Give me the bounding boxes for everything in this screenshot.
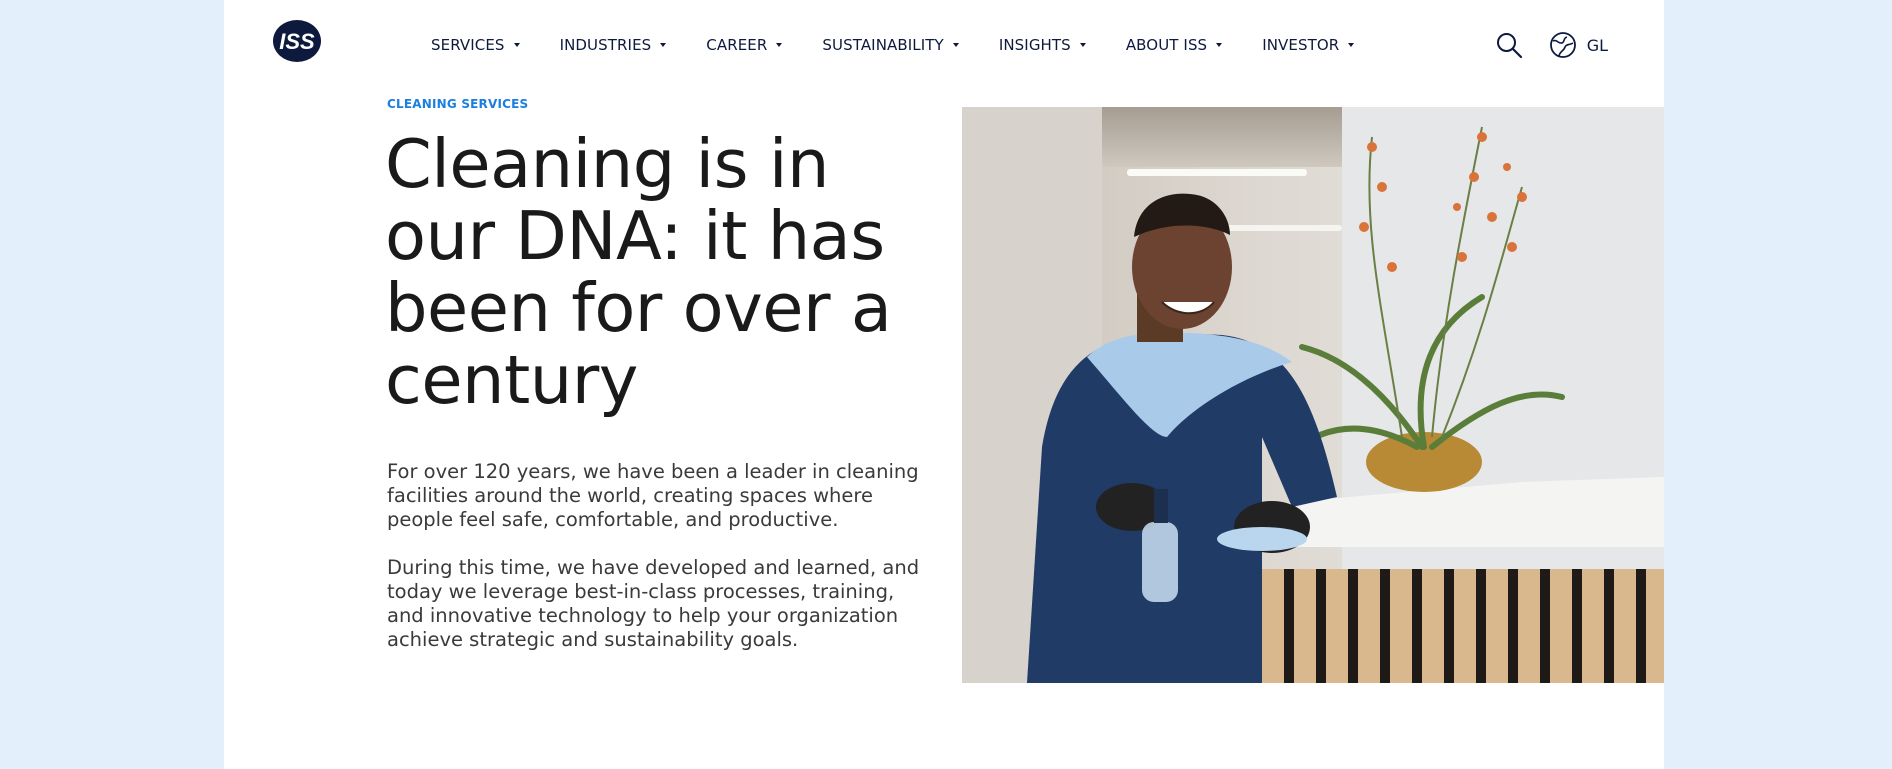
eyebrow-link[interactable]: CLEANING SERVICES: [387, 97, 528, 111]
intro-paragraph: For over 120 years, we have been a leade…: [387, 460, 919, 531]
language-selector[interactable]: GL: [1549, 31, 1608, 59]
body-paragraph: During this time, we have developed and …: [387, 556, 920, 651]
page-title: Cleaning is in our DNA: it has been for …: [385, 125, 892, 419]
nav-item-label: SUSTAINABILITY: [822, 36, 944, 54]
caret-down-icon: [1216, 43, 1223, 47]
nav-item-label: ABOUT ISS: [1125, 36, 1208, 54]
main-nav: SERVICES INDUSTRIES CAREER SUSTAINABILIT…: [431, 0, 1394, 90]
caret-down-icon: [952, 43, 959, 47]
nav-item-label: CAREER: [706, 36, 768, 54]
nav-item-services[interactable]: SERVICES: [431, 36, 520, 54]
header-tools: GL: [1495, 28, 1608, 62]
hero-photo: [962, 107, 1664, 683]
nav-item-industries[interactable]: INDUSTRIES: [560, 36, 667, 54]
nav-item-label: INVESTOR: [1262, 36, 1340, 54]
iss-logo[interactable]: ISS: [272, 18, 322, 64]
nav-item-label: INDUSTRIES: [559, 36, 652, 54]
nav-item-label: INSIGHTS: [998, 36, 1071, 54]
caret-down-icon: [660, 43, 667, 47]
nav-item-label: SERVICES: [431, 36, 505, 54]
search-icon[interactable]: [1495, 31, 1523, 59]
nav-item-career[interactable]: CAREER: [706, 36, 783, 54]
page: ISS SERVICES INDUSTRIES CAREER SUSTAINAB…: [224, 0, 1664, 769]
nav-item-about-iss[interactable]: ABOUT ISS: [1125, 36, 1223, 54]
caret-down-icon: [776, 43, 783, 47]
nav-item-investor[interactable]: INVESTOR: [1262, 36, 1355, 54]
language-code: GL: [1586, 35, 1608, 55]
nav-item-sustainability[interactable]: SUSTAINABILITY: [822, 36, 959, 54]
nav-item-insights[interactable]: INSIGHTS: [999, 36, 1086, 54]
globe-icon: [1549, 32, 1576, 58]
caret-down-icon: [513, 43, 520, 47]
caret-down-icon: [1079, 43, 1086, 47]
logo-text: ISS: [279, 29, 315, 54]
caret-down-icon: [1348, 43, 1355, 47]
